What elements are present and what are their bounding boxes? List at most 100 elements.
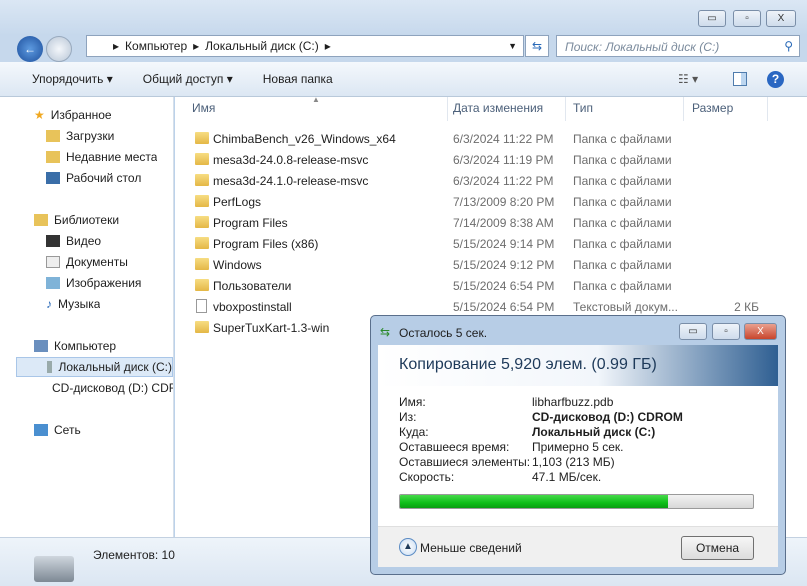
file-name: Program Files (x86) xyxy=(213,237,319,251)
sidebar-cd-drive[interactable]: CD-дисковод (D:) CDROM xyxy=(46,378,173,398)
file-date: 7/14/2009 8:38 AM xyxy=(453,216,554,230)
time-remaining-value: Примерно 5 сек. xyxy=(532,440,624,454)
sidebar-desktop[interactable]: Рабочий стол xyxy=(46,168,141,188)
sidebar-network[interactable]: Сеть xyxy=(34,420,81,440)
file-type: Папка с файлами xyxy=(573,258,672,272)
drive-large-icon xyxy=(34,556,74,582)
file-type: Папка с файлами xyxy=(573,132,672,146)
column-size[interactable]: Размер xyxy=(692,101,733,119)
sidebar-video[interactable]: Видео xyxy=(46,231,101,251)
sidebar-documents[interactable]: Документы xyxy=(46,252,128,272)
sidebar-favorites[interactable]: ★ Избранное xyxy=(34,105,112,125)
search-icon: ⚲ xyxy=(784,39,793,53)
text-file-icon xyxy=(196,299,207,313)
destination-value[interactable]: Локальный диск (C:) xyxy=(532,425,655,439)
close-button[interactable]: X xyxy=(766,10,796,27)
file-name: PerfLogs xyxy=(213,195,262,209)
search-input[interactable]: Поиск: Локальный диск (C:) ⚲ xyxy=(556,35,800,57)
preview-pane-icon[interactable] xyxy=(733,72,747,86)
folder-icon xyxy=(195,132,209,144)
breadcrumb-computer[interactable]: Компьютер xyxy=(125,39,187,53)
file-type: Папка с файлами xyxy=(573,174,672,188)
title-bar: ▭ ▫ X xyxy=(0,0,807,36)
sidebar-computer[interactable]: Компьютер xyxy=(34,336,116,356)
file-row[interactable]: Пользователи 5/15/2024 6:54 PM Папка с ф… xyxy=(195,276,795,296)
sidebar-images[interactable]: Изображения xyxy=(46,273,141,293)
file-row[interactable]: vboxpostinstall 5/15/2024 6:54 PM Тексто… xyxy=(195,297,795,317)
file-type: Папка с файлами xyxy=(573,195,672,209)
copy-heading: Копирование 5,920 элем. (0.99 ГБ) xyxy=(399,356,657,373)
folder-icon xyxy=(195,195,209,207)
dialog-details: Имя: libharfbuzz.pdb Из: CD-дисковод (D:) … xyxy=(378,386,778,526)
folder-icon xyxy=(195,216,209,228)
sidebar-recent[interactable]: Недавние места xyxy=(46,147,157,167)
breadcrumb-local-disk[interactable]: Локальный диск (C:) xyxy=(205,39,319,53)
help-icon[interactable]: ? xyxy=(767,70,784,88)
detail-label: Оставшиеся элементы: xyxy=(399,455,531,469)
libraries-icon xyxy=(34,214,48,226)
chevron-right-icon: ▸ xyxy=(324,39,331,53)
dialog-title: Осталось 5 сек. xyxy=(399,326,488,340)
item-count: Элементов: 10 xyxy=(93,548,175,562)
address-input[interactable]: ▸ Компьютер ▸ Локальный диск (C:) ▸ ▼ xyxy=(86,35,524,57)
maximize-button[interactable]: ▫ xyxy=(733,10,761,27)
search-placeholder: Поиск: Локальный диск (C:) xyxy=(565,40,720,54)
file-row[interactable]: Program Files (x86) 5/15/2024 9:14 PM Па… xyxy=(195,234,795,254)
forward-button[interactable] xyxy=(46,36,72,62)
computer-icon xyxy=(34,340,48,352)
column-name[interactable]: Имя xyxy=(192,101,215,119)
file-row[interactable]: mesa3d-24.0.8-release-msvc 6/3/2024 11:1… xyxy=(195,150,795,170)
file-date: 6/3/2024 11:22 PM xyxy=(453,132,554,146)
cancel-button[interactable]: Отмена xyxy=(681,536,754,560)
sidebar-music[interactable]: ♪ Музыка xyxy=(46,294,100,314)
column-date[interactable]: Дата изменения xyxy=(453,101,543,119)
desktop-icon xyxy=(46,172,60,184)
sidebar-libraries[interactable]: Библиотеки xyxy=(34,210,119,230)
chevron-up-icon[interactable]: ▲ xyxy=(399,538,417,556)
file-name: Windows xyxy=(213,258,262,272)
folder-icon xyxy=(195,258,209,270)
folder-icon xyxy=(195,174,209,186)
dialog-maximize-button[interactable]: ▫ xyxy=(712,323,740,340)
share-button[interactable]: Общий доступ ▾ xyxy=(143,72,233,86)
dialog-minimize-button[interactable]: ▭ xyxy=(679,323,707,340)
video-icon xyxy=(46,235,60,247)
back-button[interactable]: ← xyxy=(17,36,43,62)
organize-button[interactable]: Упорядочить ▾ xyxy=(32,72,113,86)
drive-icon xyxy=(47,361,53,373)
source-value[interactable]: CD-дисковод (D:) CDROM xyxy=(532,410,683,424)
toolbar: Упорядочить ▾ Общий доступ ▾ Новая папка… xyxy=(0,62,807,97)
dialog-close-button[interactable]: X xyxy=(744,323,777,340)
file-row[interactable]: ChimbaBench_v26_Windows_x64 6/3/2024 11:… xyxy=(195,129,795,149)
column-separator[interactable] xyxy=(767,97,768,121)
file-row[interactable]: Windows 5/15/2024 9:12 PM Папка с файлам… xyxy=(195,255,795,275)
view-icon[interactable]: ☷ ▾ xyxy=(678,72,698,86)
new-folder-button[interactable]: Новая папка xyxy=(263,72,333,86)
dropdown-icon[interactable]: ▼ xyxy=(508,41,517,51)
refresh-button[interactable]: ⇆ xyxy=(525,35,549,57)
file-date: 7/13/2009 8:20 PM xyxy=(453,195,555,209)
progress-fill xyxy=(400,495,669,508)
dialog-header: Копирование 5,920 элем. (0.99 ГБ) xyxy=(378,345,778,386)
downloads-icon xyxy=(46,130,60,142)
speed-value: 47.1 МБ/сек. xyxy=(532,470,602,484)
file-name: Пользователи xyxy=(213,279,292,293)
file-row[interactable]: PerfLogs 7/13/2009 8:20 PM Папка с файла… xyxy=(195,192,795,212)
sidebar-local-disk[interactable]: Локальный диск (C:) xyxy=(16,357,173,377)
file-name: ChimbaBench_v26_Windows_x64 xyxy=(213,132,396,146)
sidebar-downloads[interactable]: Загрузки xyxy=(46,126,114,146)
folder-icon xyxy=(195,279,209,291)
minimize-button[interactable]: ▭ xyxy=(698,10,726,27)
file-type: Текстовый докум... xyxy=(573,300,678,314)
items-remaining-value: 1,103 (213 МБ) xyxy=(532,455,615,469)
column-separator[interactable] xyxy=(683,97,684,121)
file-type: Папка с файлами xyxy=(573,153,672,167)
copy-icon: ⇆ xyxy=(380,325,391,339)
file-row[interactable]: Program Files 7/14/2009 8:38 AM Папка с … xyxy=(195,213,795,233)
detail-label: Куда: xyxy=(399,425,429,439)
column-separator[interactable] xyxy=(447,97,448,121)
column-separator[interactable] xyxy=(565,97,566,121)
column-type[interactable]: Тип xyxy=(573,101,593,119)
less-details-button[interactable]: Меньше сведений xyxy=(420,541,522,555)
file-row[interactable]: mesa3d-24.1.0-release-msvc 6/3/2024 11:2… xyxy=(195,171,795,191)
